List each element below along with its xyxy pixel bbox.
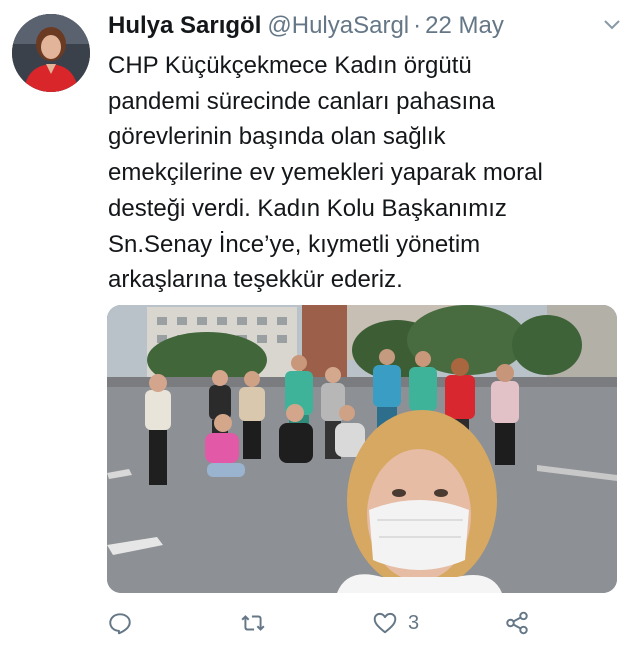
reply-button[interactable] <box>107 610 143 636</box>
tweet-text: CHP Küçükçekmece Kadın örgütü pandemi sü… <box>108 52 543 294</box>
tweet-date[interactable]: 22 May <box>425 12 504 39</box>
chevron-down-icon[interactable] <box>603 18 621 32</box>
reply-icon <box>109 613 131 635</box>
user-handle[interactable]: @HulyaSargl <box>267 12 409 39</box>
share-icon <box>506 611 528 635</box>
group-photo <box>107 305 617 593</box>
tweet-actions: 3 <box>107 610 627 642</box>
like-count: 3 <box>408 611 420 634</box>
tweet-photo[interactable] <box>107 305 617 593</box>
display-name[interactable]: Hulya Sarıgöl <box>108 12 261 39</box>
tweet-header: Hulya Sarıgöl @HulyaSargl · 22 May <box>108 12 621 42</box>
like-button[interactable]: 3 <box>372 610 419 636</box>
retweet-button[interactable] <box>240 610 276 636</box>
share-button[interactable] <box>504 610 540 636</box>
avatar[interactable] <box>12 14 90 92</box>
avatar-image <box>12 14 90 92</box>
separator-dot: · <box>413 12 422 39</box>
like-icon <box>373 612 397 634</box>
retweet-icon <box>241 615 265 631</box>
